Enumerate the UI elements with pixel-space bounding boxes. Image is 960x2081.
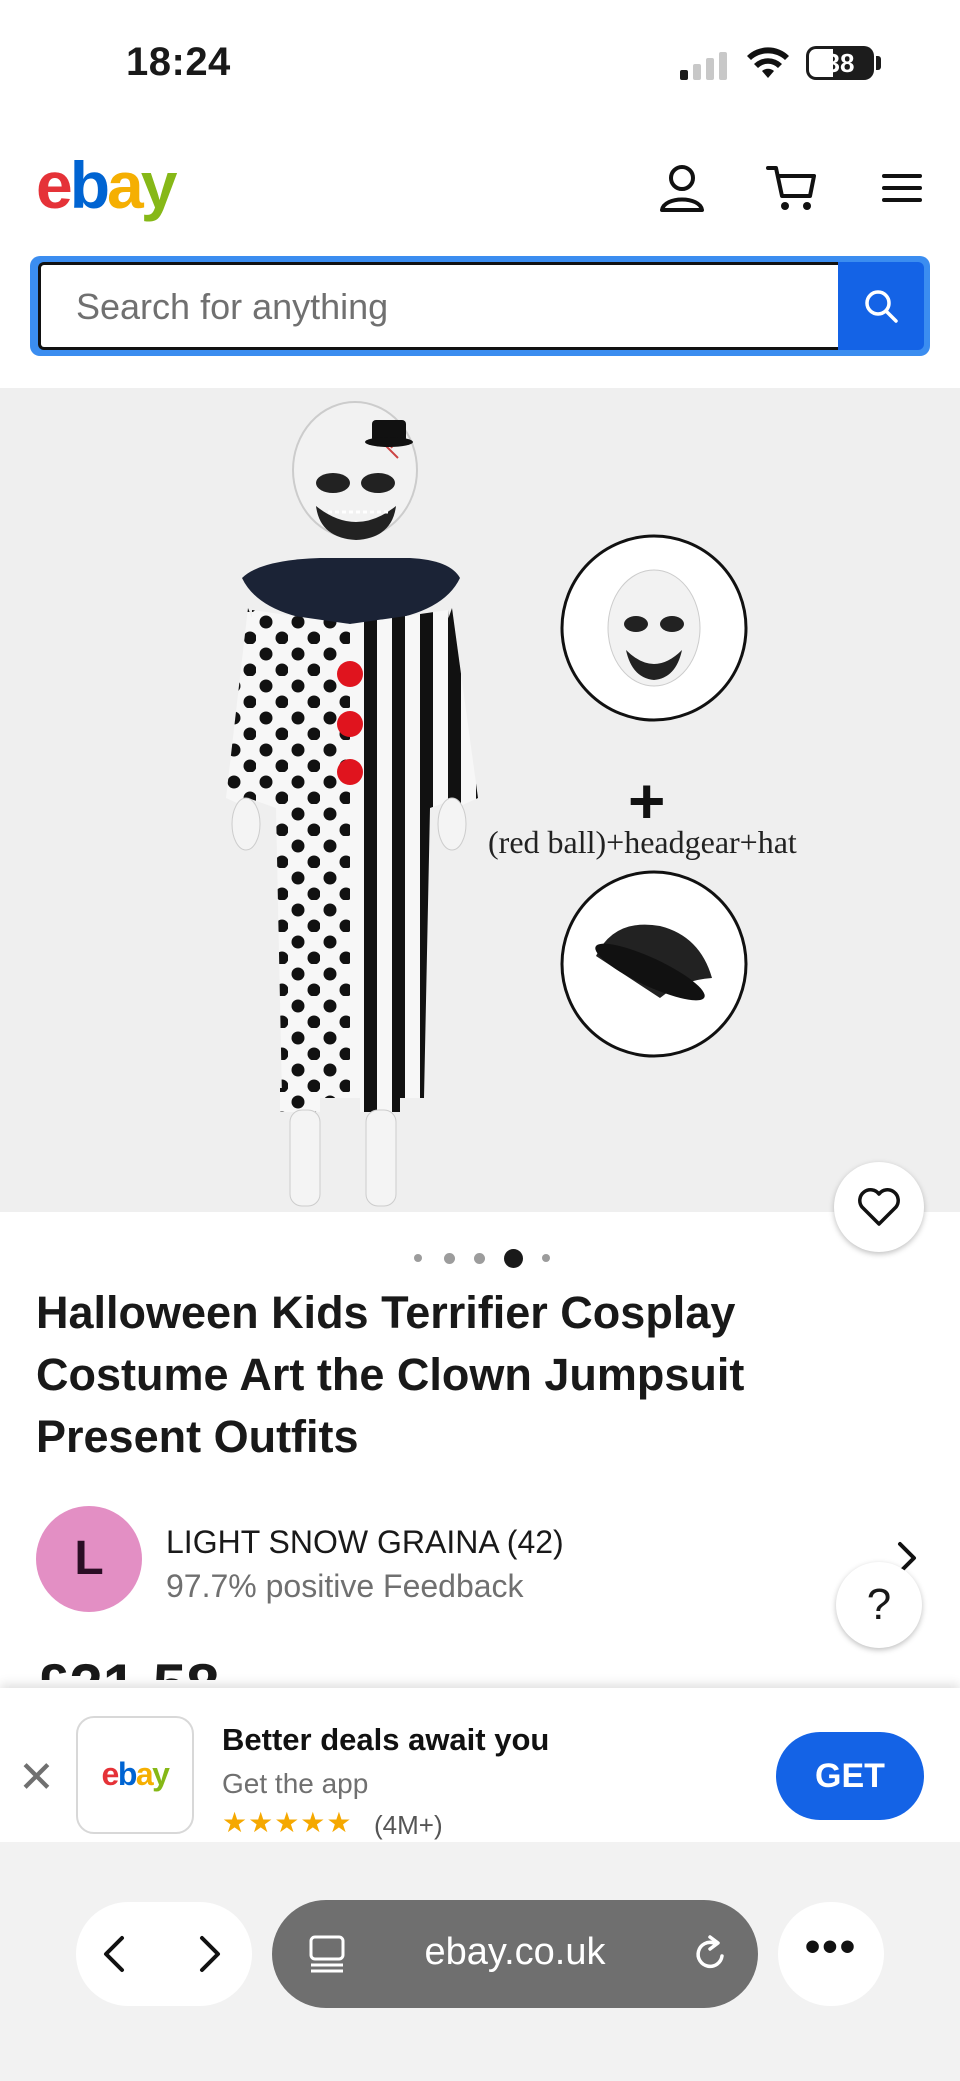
user-icon[interactable]: [654, 160, 710, 216]
gallery-dot[interactable]: [414, 1254, 422, 1262]
nav-pill: [76, 1902, 252, 2006]
forward-icon[interactable]: [198, 1934, 222, 1974]
gallery-dot[interactable]: [542, 1254, 550, 1262]
heart-icon: [858, 1188, 900, 1226]
cart-icon[interactable]: [764, 160, 820, 216]
help-button[interactable]: ?: [836, 1562, 922, 1648]
banner-title: Better deals await you: [222, 1722, 550, 1757]
product-image[interactable]: (red ball)+headgear+hat +: [0, 388, 960, 1212]
star-rating: ★★★★★: [222, 1807, 353, 1838]
rating-count: (4M+): [374, 1810, 443, 1840]
gallery-dot[interactable]: [444, 1253, 455, 1264]
search-icon: [865, 290, 898, 323]
close-icon[interactable]: ✕: [18, 1756, 55, 1800]
search-button[interactable]: [838, 262, 924, 350]
price: £21.58: [36, 1656, 220, 1680]
seller-feedback: 97.7% positive Feedback: [166, 1568, 524, 1604]
seller-avatar[interactable]: L: [36, 1506, 142, 1612]
app-logo: ebay: [101, 1756, 170, 1792]
seller-name[interactable]: LIGHT SNOW GRAINA (42): [166, 1524, 564, 1561]
app-icon: ebay: [76, 1716, 194, 1834]
menu-icon[interactable]: [876, 160, 932, 216]
signal-icon: [680, 50, 730, 80]
back-icon[interactable]: [102, 1934, 126, 1974]
battery-cap: [876, 56, 881, 70]
banner-subtitle: Get the app: [222, 1768, 369, 1799]
more-icon[interactable]: •••: [778, 1922, 884, 1972]
seller-initial: L: [74, 1532, 104, 1585]
gallery-dot-active[interactable]: [504, 1249, 523, 1268]
wifi-icon: [747, 47, 789, 78]
reload-icon[interactable]: [692, 1934, 730, 1974]
watch-button[interactable]: [834, 1162, 924, 1252]
get-app-button[interactable]: GET: [776, 1732, 924, 1820]
plus-sign: +: [628, 765, 666, 837]
tabs-icon[interactable]: [308, 1934, 346, 1974]
clown-costume-image: [226, 401, 748, 1207]
search-placeholder: Search for anything: [76, 286, 389, 327]
product-title: Halloween Kids Terrifier Cosplay Costume…: [36, 1287, 745, 1462]
battery-icon: 38: [806, 46, 874, 80]
status-time: 18:24: [126, 40, 231, 84]
gallery-dot[interactable]: [474, 1253, 485, 1264]
url-text: ebay.co.uk: [424, 1931, 606, 1973]
ebay-logo[interactable]: ebay: [36, 150, 177, 220]
battery-level: 38: [825, 48, 855, 78]
